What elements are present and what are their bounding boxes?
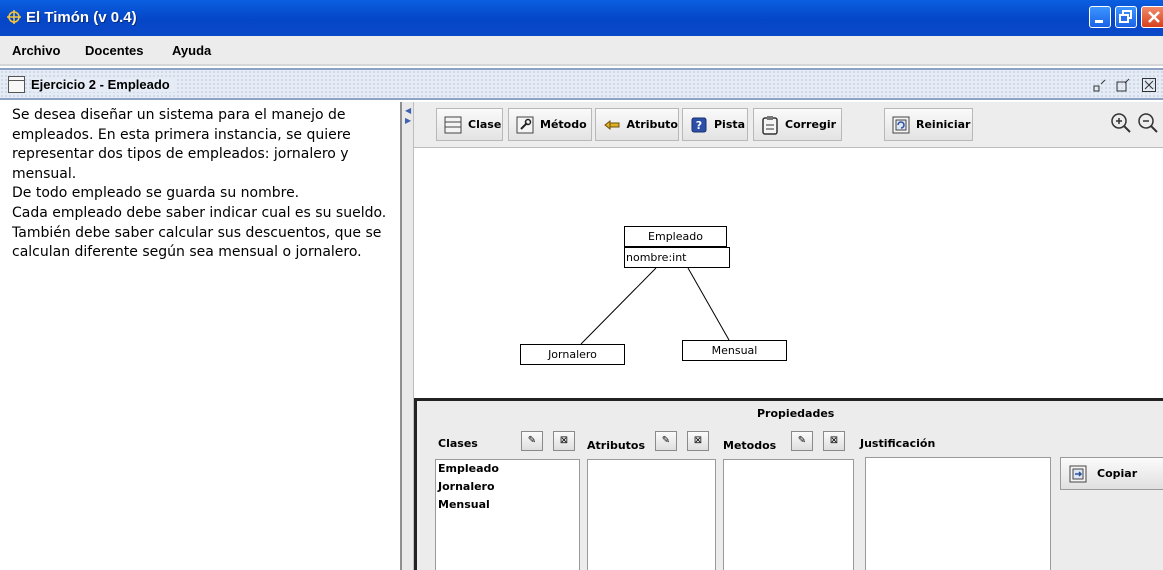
window-title: El Timón (v 0.4) bbox=[26, 9, 137, 26]
statement-text: Se desea diseñar un sistema para el mane… bbox=[12, 106, 392, 263]
paste-icon bbox=[1069, 464, 1091, 484]
attribute-name: nombre:int bbox=[626, 251, 687, 264]
delete-icon: ⊠ bbox=[829, 435, 839, 446]
delete-class-button[interactable]: ⊠ bbox=[553, 431, 575, 451]
edit-icon: ✎ bbox=[527, 435, 537, 446]
uml-attribute-box[interactable]: nombre:int bbox=[624, 247, 730, 268]
reset-icon bbox=[891, 115, 911, 135]
atributo-label: Atributo bbox=[626, 118, 679, 131]
minimize-button[interactable] bbox=[1089, 6, 1111, 28]
menu-bar: Archivo Docentes Ayuda bbox=[0, 36, 1163, 66]
diagram-canvas[interactable]: Empleado nombre:int Jornalero Mensual bbox=[414, 149, 1163, 398]
iconify-icon bbox=[1093, 79, 1106, 92]
close-button[interactable] bbox=[1141, 6, 1163, 28]
reiniciar-button[interactable]: Reiniciar bbox=[884, 108, 973, 141]
frame-title: Ejercicio 2 - Empleado bbox=[31, 77, 176, 92]
corregir-label: Corregir bbox=[785, 118, 837, 131]
copiar-label: Copiar bbox=[1097, 467, 1138, 480]
frame-close-button[interactable] bbox=[1141, 77, 1157, 93]
copiar-button[interactable]: Copiar bbox=[1060, 457, 1163, 490]
clase-label: Clase bbox=[468, 118, 502, 131]
edit-icon: ✎ bbox=[661, 435, 671, 446]
menu-archivo[interactable]: Archivo bbox=[12, 43, 60, 58]
attributes-list[interactable] bbox=[587, 459, 716, 570]
statement-paragraph: Se desea diseñar un sistema para el mane… bbox=[12, 107, 351, 182]
justification-textarea[interactable] bbox=[865, 457, 1051, 570]
close-icon bbox=[1148, 11, 1160, 23]
properties-panel: Propiedades Clases ✎ ⊠ Atributos ✎ ⊠ Met… bbox=[414, 398, 1163, 570]
help-icon: ? bbox=[689, 115, 709, 135]
restore-icon bbox=[1119, 10, 1132, 23]
uml-class-jornalero[interactable]: Jornalero bbox=[520, 344, 625, 365]
attribute-icon bbox=[602, 115, 622, 135]
diagram-toolbar: Clase Método Atributo ? Pista Corregir R… bbox=[414, 102, 1163, 148]
maximize-button[interactable] bbox=[1115, 6, 1137, 28]
class-name: Mensual bbox=[711, 344, 758, 357]
methods-list[interactable] bbox=[723, 459, 854, 570]
list-item[interactable]: Empleado bbox=[436, 460, 579, 478]
edit-method-button[interactable]: ✎ bbox=[791, 431, 813, 451]
zoom-in-button[interactable] bbox=[1108, 112, 1134, 138]
frame-icon bbox=[8, 76, 25, 93]
frame-iconify-button[interactable] bbox=[1092, 77, 1108, 93]
delete-attribute-button[interactable]: ⊠ bbox=[687, 431, 709, 451]
edit-class-button[interactable]: ✎ bbox=[521, 431, 543, 451]
split-divider[interactable]: ◀ ▶ bbox=[402, 102, 414, 570]
statement-paragraph: De todo empleado se guarda su nombre. bbox=[12, 185, 300, 202]
frame-maximize-button[interactable] bbox=[1115, 77, 1131, 93]
uml-class-empleado[interactable]: Empleado bbox=[624, 226, 727, 247]
pista-label: Pista bbox=[714, 118, 746, 131]
app-icon bbox=[7, 10, 21, 24]
minimize-icon bbox=[1095, 20, 1103, 23]
delete-method-button[interactable]: ⊠ bbox=[823, 431, 845, 451]
pista-button[interactable]: ? Pista bbox=[682, 108, 748, 141]
metodo-label: Método bbox=[540, 118, 587, 131]
list-item[interactable]: Mensual bbox=[436, 496, 579, 514]
clase-button[interactable]: Clase bbox=[436, 108, 503, 141]
method-icon bbox=[515, 115, 535, 135]
class-icon bbox=[443, 115, 463, 135]
close-icon bbox=[1142, 78, 1156, 92]
properties-title: Propiedades bbox=[757, 407, 835, 420]
delete-icon: ⊠ bbox=[693, 435, 703, 446]
edit-attribute-button[interactable]: ✎ bbox=[655, 431, 677, 451]
corregir-button[interactable]: Corregir bbox=[753, 108, 842, 141]
uml-class-mensual[interactable]: Mensual bbox=[682, 340, 787, 361]
atributos-label: Atributos bbox=[587, 439, 646, 452]
reiniciar-label: Reiniciar bbox=[916, 118, 971, 131]
list-item[interactable]: Jornalero bbox=[436, 478, 579, 496]
collapse-left-icon[interactable]: ◀ bbox=[405, 106, 411, 115]
delete-icon: ⊠ bbox=[559, 435, 569, 446]
statement-panel[interactable]: Se desea diseñar un sistema para el mane… bbox=[0, 102, 402, 570]
title-bar: El Timón (v 0.4) bbox=[0, 0, 1163, 36]
svg-text:?: ? bbox=[696, 119, 702, 132]
menu-ayuda[interactable]: Ayuda bbox=[172, 43, 211, 58]
maximize-icon bbox=[1116, 78, 1130, 92]
zoom-in-icon bbox=[1111, 113, 1131, 133]
clases-label: Clases bbox=[438, 437, 478, 450]
collapse-right-icon[interactable]: ▶ bbox=[405, 116, 411, 125]
classes-list[interactable]: Empleado Jornalero Mensual bbox=[435, 459, 580, 570]
metodo-button[interactable]: Método bbox=[508, 108, 592, 141]
edit-icon: ✎ bbox=[797, 435, 807, 446]
menu-docentes[interactable]: Docentes bbox=[85, 43, 144, 58]
atributo-button[interactable]: Atributo bbox=[595, 108, 679, 141]
zoom-out-icon bbox=[1138, 113, 1158, 133]
zoom-out-button[interactable] bbox=[1135, 112, 1161, 138]
internal-frame-titlebar: Ejercicio 2 - Empleado bbox=[0, 68, 1163, 100]
statement-paragraph: Cada empleado debe saber indicar cual es… bbox=[12, 204, 387, 261]
clipboard-icon bbox=[760, 115, 780, 135]
metodos-label: Metodos bbox=[723, 439, 777, 452]
class-name: Empleado bbox=[648, 230, 703, 243]
class-name: Jornalero bbox=[548, 348, 597, 361]
justificacion-label: Justificación bbox=[860, 437, 936, 450]
